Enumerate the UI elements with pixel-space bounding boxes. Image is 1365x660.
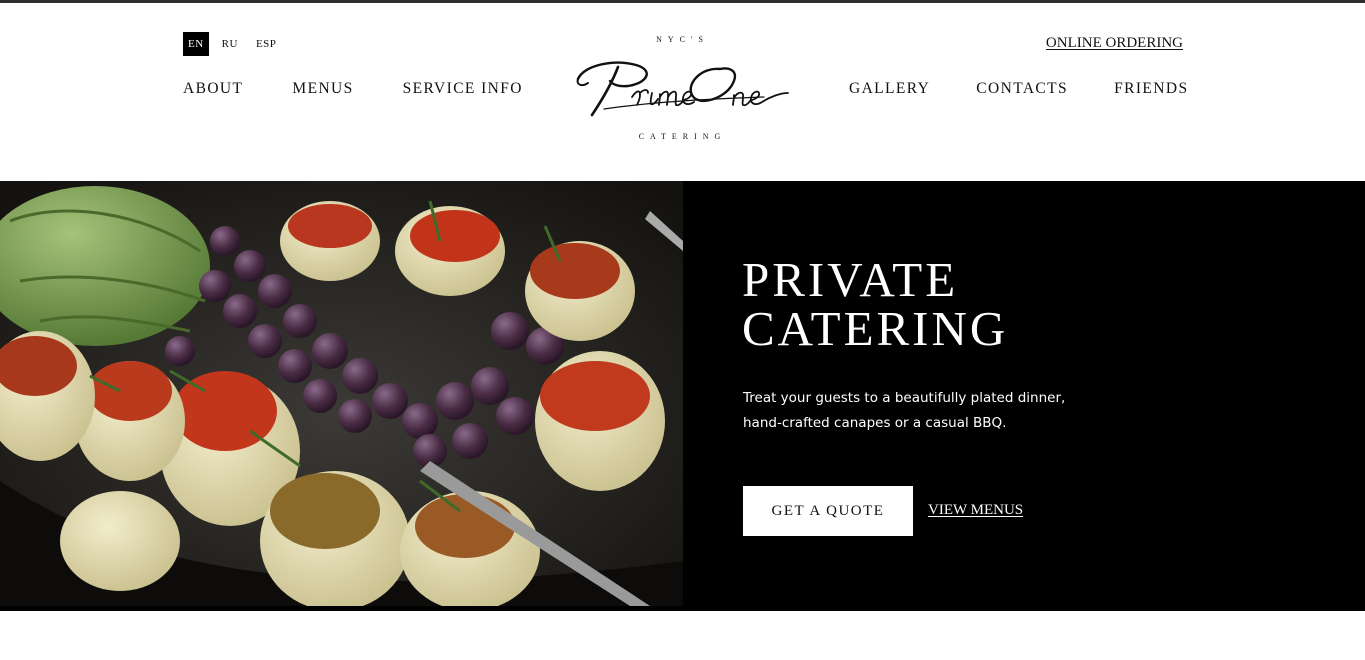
- nav-service-info[interactable]: SERVICE INFO: [403, 80, 523, 98]
- nav-friends[interactable]: FRIENDS: [1114, 80, 1188, 98]
- lang-ru[interactable]: RU: [217, 32, 243, 56]
- site-header: EN RU ESP ONLINE ORDERING ABOUT MENUS SE…: [0, 3, 1365, 181]
- view-menus-link[interactable]: VIEW MENUS: [928, 502, 1023, 519]
- language-switcher: EN RU ESP: [183, 32, 289, 56]
- lang-en[interactable]: EN: [183, 32, 209, 56]
- nav-gallery[interactable]: GALLERY: [849, 80, 930, 98]
- logo-top-text: NYC'S: [656, 35, 709, 44]
- hero-title-line1: PRIVATE: [742, 252, 959, 307]
- food-photo: [0, 181, 683, 606]
- nav-right: GALLERY CONTACTS FRIENDS: [849, 80, 1188, 98]
- hero-section: PRIVATE CATERING Treat your guests to a …: [0, 181, 1365, 611]
- logo-script-icon: [576, 61, 789, 117]
- get-a-quote-button[interactable]: GET A QUOTE: [743, 486, 913, 536]
- logo-bottom-text: CATERING: [638, 132, 727, 141]
- nav-menus[interactable]: MENUS: [292, 80, 353, 98]
- hero-food-image: [0, 181, 683, 606]
- nav-left: ABOUT MENUS SERVICE INFO: [183, 80, 523, 98]
- hero-title-line2: CATERING: [742, 301, 1009, 356]
- hero-title: PRIVATE CATERING: [742, 255, 1008, 353]
- online-ordering-link[interactable]: ONLINE ORDERING: [1046, 35, 1183, 52]
- nav-contacts[interactable]: CONTACTS: [976, 80, 1068, 98]
- logo[interactable]: NYC'S CATERING: [570, 33, 795, 148]
- nav-about[interactable]: ABOUT: [183, 80, 243, 98]
- lang-esp[interactable]: ESP: [251, 32, 281, 56]
- hero-description: Treat your guests to a beautifully plate…: [743, 390, 1066, 431]
